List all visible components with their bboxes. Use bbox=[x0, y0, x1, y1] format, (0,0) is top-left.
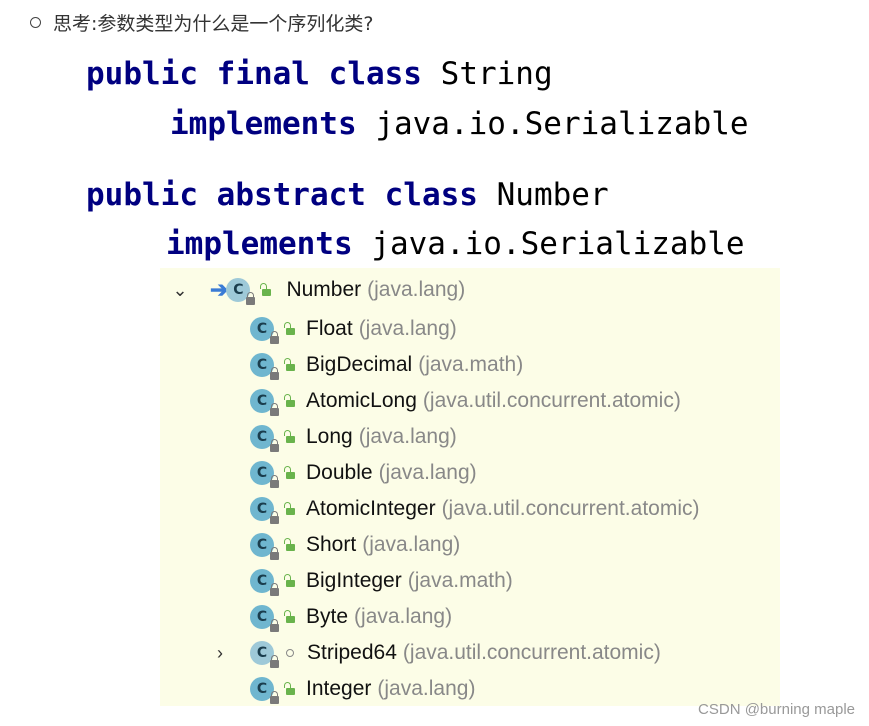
class-name: AtomicInteger bbox=[306, 497, 436, 520]
class-icon: C bbox=[250, 569, 279, 596]
class-name: Short bbox=[306, 533, 357, 556]
question-text: 思考:参数类型为什么是一个序列化类? bbox=[53, 12, 374, 35]
keyword: implements bbox=[166, 226, 353, 262]
class-name: Number bbox=[496, 177, 609, 213]
code-line-1: public final class String bbox=[86, 54, 553, 94]
class-name: Long bbox=[306, 425, 353, 448]
watermark: CSDN @burning maple bbox=[698, 701, 855, 718]
package-name: (java.lang) bbox=[362, 533, 461, 556]
class-name: Integer bbox=[306, 677, 372, 700]
question-line: 思考:参数类型为什么是一个序列化类? bbox=[30, 6, 374, 38]
package-name: (java.util.concurrent.atomic) bbox=[402, 641, 661, 664]
package-name: (java.lang) bbox=[367, 278, 466, 301]
type-hierarchy-panel: ⌄ ➔ C Number (java.lang) C Float (java.l… bbox=[160, 268, 780, 706]
class-icon: C bbox=[250, 317, 279, 344]
public-lock-icon bbox=[284, 393, 296, 407]
keyword: final bbox=[216, 56, 310, 92]
hierarchy-row[interactable]: C Double (java.lang) bbox=[160, 455, 780, 491]
public-lock-icon bbox=[284, 321, 296, 335]
class-name: Byte bbox=[306, 605, 349, 628]
class-name: BigInteger bbox=[306, 569, 402, 592]
public-lock-icon bbox=[284, 573, 296, 587]
class-icon: C bbox=[250, 425, 279, 452]
keyword: implements bbox=[170, 106, 357, 142]
class-icon: C bbox=[250, 677, 279, 704]
package-name: (java.lang) bbox=[358, 317, 457, 340]
package-name: (java.lang) bbox=[378, 461, 477, 484]
class-icon: C bbox=[250, 605, 279, 632]
chevron-right-icon[interactable]: › bbox=[212, 643, 228, 664]
public-lock-icon bbox=[284, 357, 296, 371]
keyword: class bbox=[384, 177, 478, 213]
bullet-icon bbox=[30, 16, 41, 28]
class-name: Float bbox=[306, 317, 353, 340]
package-name: (java.math) bbox=[407, 569, 513, 592]
code-line-3: public abstract class Number bbox=[86, 175, 609, 215]
class-icon: C bbox=[250, 497, 279, 524]
public-lock-icon bbox=[284, 681, 296, 695]
abstract-class-icon: C bbox=[226, 278, 256, 305]
hierarchy-row[interactable]: C BigDecimal (java.math) bbox=[160, 347, 780, 383]
hierarchy-row[interactable]: C AtomicInteger (java.util.concurrent.at… bbox=[160, 491, 780, 527]
hierarchy-row[interactable]: C Integer (java.lang) bbox=[160, 671, 780, 707]
package-name: (java.lang) bbox=[354, 605, 453, 628]
keyword: public bbox=[86, 56, 198, 92]
class-name: Striped64 bbox=[307, 641, 397, 664]
hierarchy-row[interactable]: C Long (java.lang) bbox=[160, 419, 780, 455]
code-line-4: implements java.io.Serializable bbox=[166, 224, 745, 264]
hierarchy-row[interactable]: C AtomicLong (java.util.concurrent.atomi… bbox=[160, 383, 780, 419]
hierarchy-row[interactable]: C Float (java.lang) bbox=[160, 311, 780, 347]
package-name: (java.math) bbox=[418, 353, 524, 376]
chevron-down-icon[interactable]: ⌄ bbox=[172, 280, 188, 301]
public-lock-icon bbox=[260, 282, 272, 296]
package-name: (java.util.concurrent.atomic) bbox=[422, 389, 681, 412]
hierarchy-row[interactable]: › C Striped64 (java.util.concurrent.atom… bbox=[160, 635, 780, 671]
class-name: Double bbox=[306, 461, 373, 484]
class-name: String bbox=[440, 56, 553, 92]
class-icon: C bbox=[250, 353, 279, 380]
abstract-class-icon: C bbox=[250, 641, 279, 668]
class-name: AtomicLong bbox=[306, 389, 417, 412]
hierarchy-root-row[interactable]: ⌄ ➔ C Number (java.lang) bbox=[160, 272, 780, 308]
package-name: (java.lang) bbox=[358, 425, 457, 448]
class-icon: C bbox=[250, 461, 279, 488]
class-name: Number bbox=[286, 278, 362, 301]
class-icon: C bbox=[250, 389, 279, 416]
package-name: (java.util.concurrent.atomic) bbox=[441, 497, 700, 520]
hierarchy-row[interactable]: C Short (java.lang) bbox=[160, 527, 780, 563]
hierarchy-row[interactable]: C Byte (java.lang) bbox=[160, 599, 780, 635]
keyword: abstract bbox=[216, 177, 366, 213]
interface-name: java.io.Serializable bbox=[371, 226, 745, 262]
package-private-icon bbox=[286, 649, 294, 657]
interface-name: java.io.Serializable bbox=[375, 106, 749, 142]
keyword: class bbox=[328, 56, 422, 92]
keyword: public bbox=[86, 177, 198, 213]
hierarchy-row[interactable]: C BigInteger (java.math) bbox=[160, 563, 780, 599]
public-lock-icon bbox=[284, 465, 296, 479]
public-lock-icon bbox=[284, 537, 296, 551]
package-name: (java.lang) bbox=[377, 677, 476, 700]
public-lock-icon bbox=[284, 501, 296, 515]
public-lock-icon bbox=[284, 609, 296, 623]
public-lock-icon bbox=[284, 429, 296, 443]
code-line-2: implements java.io.Serializable bbox=[170, 104, 749, 144]
class-icon: C bbox=[250, 533, 279, 560]
class-name: BigDecimal bbox=[306, 353, 413, 376]
